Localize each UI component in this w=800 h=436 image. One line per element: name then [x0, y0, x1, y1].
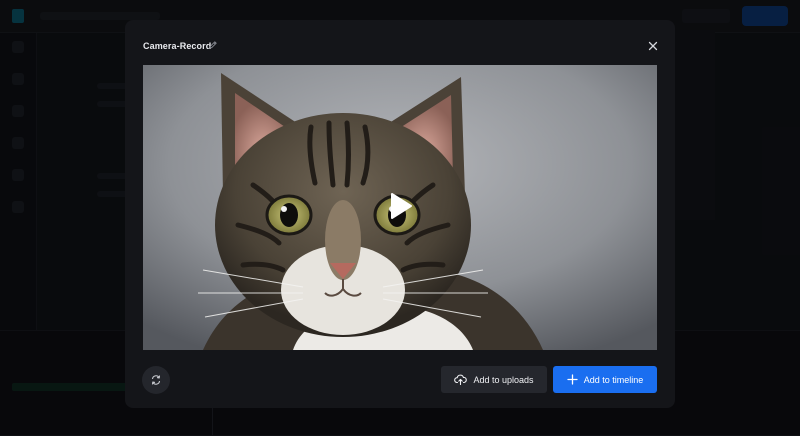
close-icon[interactable] [646, 39, 660, 53]
swap-icon [151, 375, 161, 385]
add-to-timeline-label: Add to timeline [583, 374, 644, 385]
add-to-uploads-label: Add to uploads [473, 374, 534, 385]
retake-button[interactable] [142, 366, 170, 394]
plus-icon [567, 374, 578, 385]
pencil-icon[interactable] [208, 40, 218, 50]
cloud-upload-icon [454, 374, 468, 385]
add-to-uploads-button[interactable]: Add to uploads [441, 366, 547, 393]
recording-title: Camera-Record [143, 41, 212, 51]
recording-preview-modal: Camera-Record Add to uploads Add to time… [125, 20, 675, 408]
play-icon[interactable] [388, 191, 414, 221]
video-preview[interactable] [143, 65, 657, 350]
add-to-timeline-button[interactable]: Add to timeline [553, 366, 657, 393]
